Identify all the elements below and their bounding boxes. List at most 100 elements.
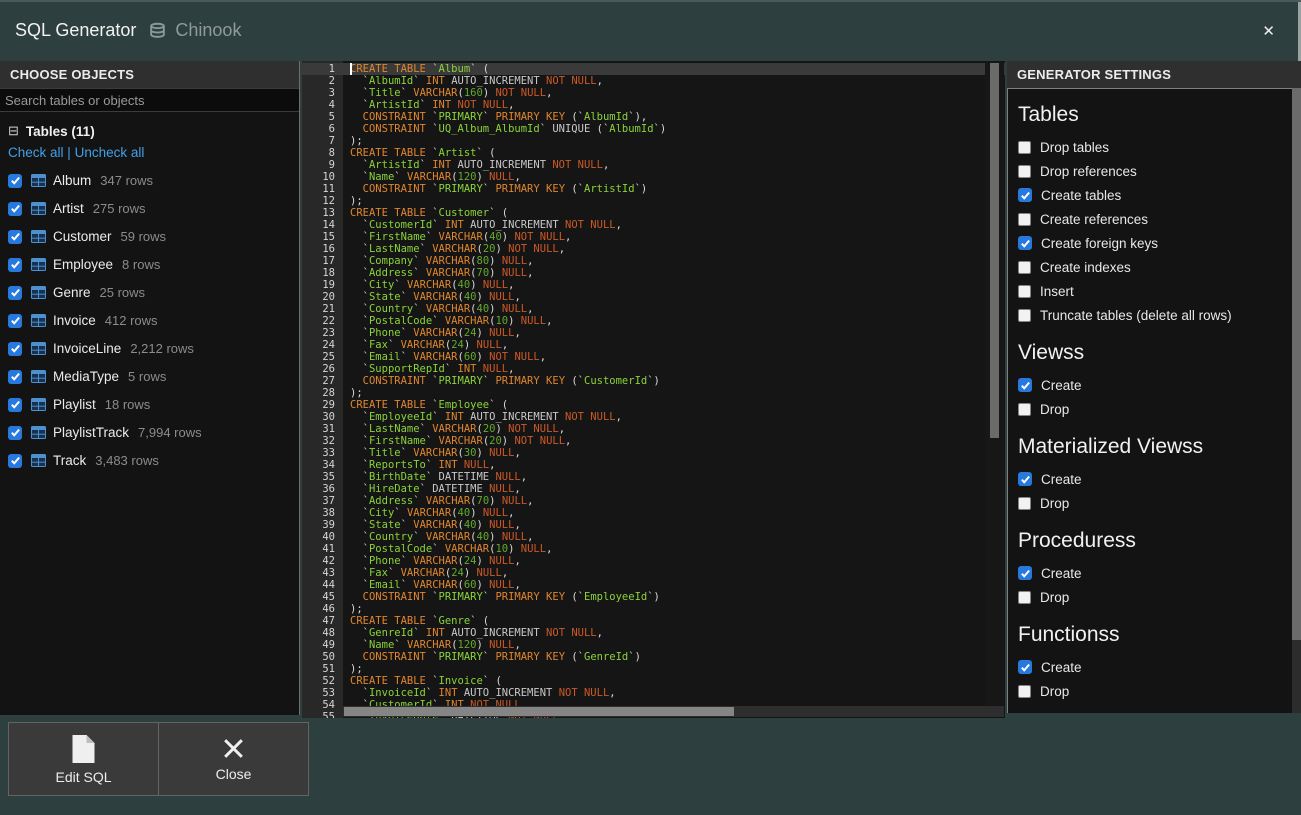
settings-option[interactable]: Create references [1018,207,1301,231]
checkbox-unchecked[interactable] [1018,261,1031,274]
settings-option-label: Create [1041,566,1082,581]
close-icon[interactable]: ✕ [1262,22,1275,40]
table-row[interactable]: Invoice412 rows [8,313,299,328]
line-number: 1 [302,63,343,75]
settings-option[interactable]: Drop tables [1018,135,1301,159]
settings-option[interactable]: Create foreign keys [1018,231,1301,255]
checkbox-checked[interactable] [8,454,22,468]
table-row[interactable]: Artist 275 rows [8,201,299,216]
table-row-count: 275 rows [93,201,146,216]
checkbox-unchecked[interactable] [1018,591,1031,604]
settings-option-label: Drop tables [1040,140,1109,155]
tables-group-row[interactable]: ⊟ Tables (11) [8,123,299,139]
line-content: CREATE TABLE `Customer` ( [343,207,508,219]
code-line: 40 `Country` VARCHAR(40) NULL, [302,531,1005,543]
settings-option[interactable]: Create [1018,655,1301,679]
checkbox-checked[interactable] [8,230,22,244]
line-number: 37 [302,495,343,507]
line-content: `Email` VARCHAR(60) NOT NULL, [343,351,546,363]
settings-option[interactable]: Create [1018,467,1301,491]
settings-option[interactable]: Truncate tables (delete all rows) [1018,303,1301,327]
settings-option[interactable]: Drop [1018,397,1301,421]
settings-option[interactable]: Create tables [1018,183,1301,207]
line-content: `ArtistId` INT AUTO_INCREMENT NOT NULL, [343,159,609,171]
settings-option-label: Insert [1040,284,1074,299]
settings-option[interactable]: Create [1018,373,1301,397]
table-icon [31,342,46,355]
checkbox-checked[interactable] [1018,472,1032,486]
horizontal-scrollbar-thumb[interactable] [344,707,734,716]
checkbox-checked[interactable] [8,202,22,216]
table-row[interactable]: Employee8 rows [8,257,299,272]
checkbox-unchecked[interactable] [1018,309,1031,322]
object-tree: ⊟ Tables (11) Check all | Uncheck all Al… [0,112,299,468]
checkbox-checked[interactable] [8,342,22,356]
code-line: 1CREATE TABLE `Album` ( [302,63,1005,75]
table-row-count: 8 rows [122,257,160,272]
table-row[interactable]: InvoiceLine2,212 rows [8,341,299,356]
checkbox-unchecked[interactable] [1018,685,1031,698]
editor-vertical-scrollbar[interactable] [985,62,1004,705]
checkbox-checked[interactable] [1018,566,1032,580]
checkbox-checked[interactable] [8,370,22,384]
code-line: 30 `EmployeeId` INT AUTO_INCREMENT NOT N… [302,411,1005,423]
line-number: 38 [302,507,343,519]
table-row[interactable]: Genre25 rows [8,285,299,300]
checkbox-checked[interactable] [1018,188,1032,202]
checkbox-checked[interactable] [8,398,22,412]
settings-scrollbar[interactable] [1292,88,1301,713]
settings-option[interactable]: Create indexes [1018,255,1301,279]
check-all-link[interactable]: Check all [8,145,64,160]
table-row[interactable]: Album347 rows [8,173,299,188]
checkbox-checked[interactable] [8,286,22,300]
settings-option[interactable]: Create [1018,561,1301,585]
line-content: CONSTRAINT `PRIMARY` PRIMARY KEY (`Emplo… [343,591,660,603]
checkbox-unchecked[interactable] [1018,403,1031,416]
checkbox-unchecked[interactable] [1018,165,1031,178]
settings-option[interactable]: Drop [1018,491,1301,515]
checkbox-unchecked[interactable] [1018,285,1031,298]
table-row[interactable]: Track3,483 rows [8,453,299,468]
line-number: 46 [302,603,343,615]
settings-scrollbar-thumb[interactable] [1292,88,1301,640]
search-input[interactable] [0,88,299,112]
line-number: 9 [302,159,343,171]
table-row[interactable]: Playlist18 rows [8,397,299,412]
table-icon [31,202,46,215]
table-icon [31,398,46,411]
checkbox-unchecked[interactable] [1018,497,1031,510]
close-button[interactable]: Close [158,722,309,796]
settings-option[interactable]: Drop [1018,679,1301,703]
checkbox-checked[interactable] [1018,660,1032,674]
table-row[interactable]: MediaType5 rows [8,369,299,384]
settings-option[interactable]: Drop references [1018,159,1301,183]
link-separator: | [67,145,71,160]
line-content: `Name` VARCHAR(120) NULL, [343,639,521,651]
settings-option[interactable]: Insert [1018,279,1301,303]
vertical-scrollbar-thumb[interactable] [990,63,999,438]
line-content: `EmployeeId` INT AUTO_INCREMENT NOT NULL… [343,411,622,423]
checkbox-unchecked[interactable] [1018,141,1031,154]
checkbox-checked[interactable] [8,258,22,272]
line-number: 10 [302,171,343,183]
table-name: Artist [53,201,84,216]
checkbox-checked[interactable] [8,174,22,188]
collapse-icon[interactable]: ⊟ [8,123,19,139]
settings-option[interactable]: Drop [1018,585,1301,609]
bulk-select-links: Check all | Uncheck all [8,145,299,160]
checkbox-checked[interactable] [8,426,22,440]
settings-option-label: Create [1041,660,1082,675]
table-row[interactable]: Customer59 rows [8,229,299,244]
table-name: Customer [53,229,112,244]
code-line: 6 CONSTRAINT `UQ_Album_AlbumId` UNIQUE (… [302,123,1005,135]
checkbox-checked[interactable] [1018,236,1032,250]
editor-horizontal-scrollbar[interactable] [343,706,1004,717]
sql-editor[interactable]: 1CREATE TABLE `Album` (2 `AlbumId` INT A… [302,61,1005,718]
table-icon [31,426,46,439]
edit-sql-button[interactable]: Edit SQL [8,722,159,796]
checkbox-checked[interactable] [8,314,22,328]
uncheck-all-link[interactable]: Uncheck all [75,145,145,160]
checkbox-checked[interactable] [1018,378,1032,392]
checkbox-unchecked[interactable] [1018,213,1031,226]
table-row[interactable]: PlaylistTrack7,994 rows [8,425,299,440]
